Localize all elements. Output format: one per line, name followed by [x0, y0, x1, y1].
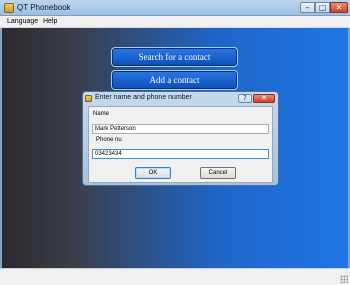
dialog-body: Name Mark Petterson Phone nu 03423434 OK…	[88, 106, 273, 183]
resize-grip-icon[interactable]	[340, 275, 348, 283]
menu-help[interactable]: Help	[43, 18, 57, 25]
dialog-title-bar[interactable]: Enter name and phone number ? ✕	[85, 94, 276, 105]
name-field[interactable]: Mark Petterson	[92, 124, 269, 134]
dialog-title: Enter name and phone number	[95, 94, 192, 101]
dialog-close-button[interactable]: ✕	[253, 94, 275, 103]
window-title: QT Phonebook	[17, 3, 71, 12]
dialog-app-icon	[85, 95, 92, 102]
app-window: QT Phonebook – □ ✕ Language Help Search …	[0, 0, 350, 285]
app-icon	[4, 3, 14, 13]
minimize-button[interactable]: –	[300, 2, 315, 13]
dialog-help-button[interactable]: ?	[238, 94, 252, 103]
close-button[interactable]: ✕	[330, 2, 348, 13]
phone-label: Phone nu	[96, 137, 122, 143]
cancel-button[interactable]: Cancel	[200, 167, 236, 179]
contact-dialog: Enter name and phone number ? ✕ Name Mar…	[82, 91, 279, 186]
menu-bar: Language Help	[0, 16, 350, 28]
ok-button[interactable]: OK	[135, 167, 171, 179]
add-contact-button[interactable]: Add a contact	[111, 70, 238, 90]
phone-field[interactable]: 03423434	[92, 149, 269, 159]
maximize-button[interactable]: □	[315, 2, 330, 13]
title-bar[interactable]: QT Phonebook – □ ✕	[0, 0, 350, 16]
menu-language[interactable]: Language	[7, 18, 38, 25]
name-label: Name	[93, 111, 110, 117]
status-bar	[0, 268, 350, 285]
search-contact-button[interactable]: Search for a contact	[111, 47, 238, 67]
